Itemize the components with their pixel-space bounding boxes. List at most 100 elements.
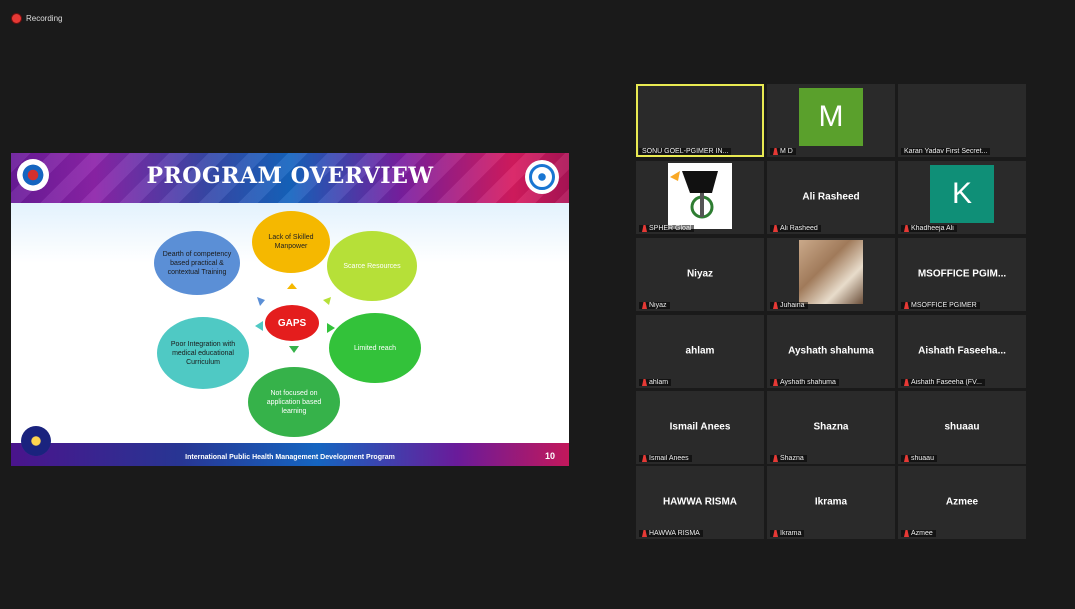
- mic-muted-icon: [773, 225, 778, 232]
- participant-name-label: Juhaina: [770, 302, 808, 309]
- participant-tile[interactable]: HAWWA RISMA HAWWA RISMA: [636, 466, 764, 539]
- participant-label-text: ahlam: [649, 379, 669, 386]
- participant-display-name: Aishath Faseeha...: [918, 344, 1006, 356]
- participant-tile[interactable]: Niyaz Niyaz: [636, 238, 764, 311]
- participant-tile[interactable]: shuaau shuaau: [898, 391, 1026, 464]
- participant-label-text: Ismail Anees: [649, 455, 689, 462]
- participant-tile[interactable]: Ayshath shahuma Ayshath shahuma: [767, 315, 895, 388]
- participant-label-text: Ikrama: [780, 530, 802, 537]
- mic-muted-icon: [773, 379, 778, 386]
- participant-label-text: Ayshath shahuma: [780, 379, 836, 386]
- mic-muted-icon: [642, 225, 647, 232]
- participant-tile[interactable]: MSOFFICE PGIM... MSOFFICE PGIMER: [898, 238, 1026, 311]
- participant-tile[interactable]: Ikrama Ikrama: [767, 466, 895, 539]
- participant-display-name: Ikrama: [814, 495, 848, 507]
- participant-tile[interactable]: Azmee Azmee: [898, 466, 1026, 539]
- participant-tile[interactable]: Ali Rasheed Ali Rasheed: [767, 161, 895, 234]
- gap-bubble: Dearth of competency based practical & c…: [154, 231, 240, 295]
- participant-name-label: Azmee: [901, 530, 936, 537]
- participant-label-text: MSOFFICE PGIMER: [911, 302, 977, 309]
- gap-bubble: Limited reach: [329, 313, 421, 383]
- org-logo-bottom: [21, 426, 51, 456]
- participant-label-text: Ali Rasheed: [780, 225, 818, 232]
- org-logo-left: [17, 159, 49, 191]
- participant-label-text: Niyaz: [649, 302, 667, 309]
- participant-label-text: Shazna: [780, 455, 804, 462]
- participant-tile[interactable]: M M D: [767, 84, 895, 157]
- avatar: M: [799, 88, 863, 146]
- gap-bubble: Poor Integration with medical educationa…: [157, 317, 249, 389]
- record-icon: [12, 14, 21, 23]
- participant-name-label: ahlam: [639, 379, 672, 386]
- mic-muted-icon: [773, 455, 778, 462]
- participant-display-name: Ayshath shahuma: [788, 344, 874, 356]
- profile-picture: [668, 163, 732, 229]
- participant-name-label: SPHER Gloal: [639, 225, 695, 232]
- arrow-icon: [327, 323, 335, 333]
- participant-tile[interactable]: ahlam ahlam: [636, 315, 764, 388]
- participant-label-text: Aishath Faseeha (FV...: [911, 379, 982, 386]
- participant-tile[interactable]: K Khadheeja Ali: [898, 161, 1026, 234]
- participant-tile[interactable]: SPHER Gloal: [636, 161, 764, 234]
- recording-label: Recording: [26, 14, 63, 23]
- participant-name-label: Ismail Anees: [639, 455, 692, 462]
- mic-muted-icon: [904, 530, 909, 537]
- participant-tile[interactable]: Juhaina: [767, 238, 895, 311]
- participant-tile[interactable]: Aishath Faseeha... Aishath Faseeha (FV...: [898, 315, 1026, 388]
- participant-name-label: Aishath Faseeha (FV...: [901, 379, 985, 386]
- participant-tile[interactable]: Karan Yadav First Secret...: [898, 84, 1026, 157]
- mic-muted-icon: [904, 302, 909, 309]
- participant-display-name: Shazna: [813, 420, 849, 432]
- gaps-center: GAPS: [265, 305, 319, 341]
- participant-name-label: Shazna: [770, 455, 807, 462]
- participant-name-label: Ali Rasheed: [770, 225, 821, 232]
- participant-name-label: SONU GOEL-PGIMER IN...: [639, 148, 732, 155]
- mic-muted-icon: [904, 455, 909, 462]
- participant-label-text: Juhaina: [780, 302, 805, 309]
- slide-footer-text: International Public Health Management D…: [185, 454, 395, 461]
- org-logo-right: [525, 160, 559, 194]
- mic-muted-icon: [904, 225, 909, 232]
- participant-tile[interactable]: SONU GOEL-PGIMER IN...: [636, 84, 764, 157]
- participant-name-label: Niyaz: [639, 302, 670, 309]
- mic-muted-icon: [773, 148, 778, 155]
- mic-muted-icon: [773, 302, 778, 309]
- gap-bubble: Lack of Skilled Manpower: [252, 211, 330, 273]
- participant-name-label: Ikrama: [770, 530, 805, 537]
- participant-display-name: ahlam: [685, 344, 715, 356]
- participant-name-label: Karan Yadav First Secret...: [901, 148, 991, 155]
- participant-label-text: M D: [780, 148, 793, 155]
- participant-label-text: HAWWA RISMA: [649, 530, 700, 537]
- arrow-icon: [289, 346, 299, 353]
- arrow-icon: [255, 321, 263, 331]
- arrow-icon: [287, 283, 297, 289]
- mic-muted-icon: [904, 379, 909, 386]
- participant-label-text: Khadheeja Ali: [911, 225, 954, 232]
- participant-display-name: Niyaz: [686, 267, 714, 279]
- participant-name-label: HAWWA RISMA: [639, 530, 703, 537]
- mic-muted-icon: [642, 379, 647, 386]
- slide-page-number: 10: [544, 451, 555, 461]
- mic-muted-icon: [773, 530, 778, 537]
- gap-bubble: Not focused on application based learnin…: [248, 367, 340, 437]
- arrow-icon: [257, 297, 265, 306]
- participant-name-label: Khadheeja Ali: [901, 225, 957, 232]
- participant-label-text: SPHER Gloal: [649, 225, 692, 232]
- participant-label-text: Azmee: [911, 530, 933, 537]
- recording-indicator[interactable]: Recording: [12, 14, 62, 23]
- mic-muted-icon: [642, 302, 647, 309]
- avatar: K: [930, 165, 994, 223]
- participant-display-name: MSOFFICE PGIM...: [917, 267, 1007, 279]
- participant-tile[interactable]: Ismail Anees Ismail Anees: [636, 391, 764, 464]
- mic-muted-icon: [642, 530, 647, 537]
- participant-name-label: MSOFFICE PGIMER: [901, 302, 980, 309]
- mic-muted-icon: [642, 455, 647, 462]
- participant-display-name: Azmee: [945, 495, 979, 507]
- participant-display-name: Ismail Anees: [669, 420, 731, 432]
- participant-display-name: HAWWA RISMA: [662, 495, 738, 507]
- participant-tile[interactable]: Shazna Shazna: [767, 391, 895, 464]
- participant-label-text: SONU GOEL-PGIMER IN...: [642, 148, 729, 155]
- participant-name-label: Ayshath shahuma: [770, 379, 839, 386]
- participant-label-text: shuaau: [911, 455, 934, 462]
- slide-title: PROGRAM OVERVIEW: [146, 163, 434, 189]
